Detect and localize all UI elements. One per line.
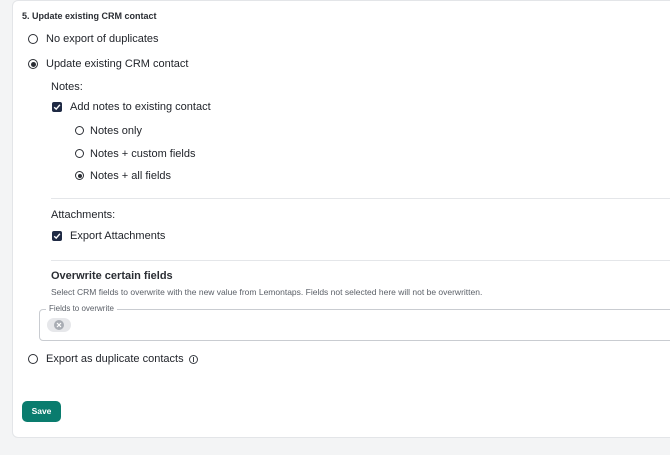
section-title: 5. Update existing CRM contact — [22, 11, 157, 21]
radio-notes-custom-fields[interactable] — [75, 149, 84, 158]
close-circle-icon[interactable] — [54, 320, 64, 330]
checkbox-export-attachments[interactable] — [52, 231, 62, 241]
radio-no-export-label[interactable]: No export of duplicates — [46, 33, 159, 45]
radio-update-existing[interactable] — [28, 59, 38, 69]
overwrite-heading: Overwrite certain fields — [51, 270, 173, 282]
selected-field-chip[interactable] — [47, 318, 71, 332]
attachments-heading: Attachments: — [51, 209, 116, 221]
radio-notes-all-fields-label[interactable]: Notes + all fields — [90, 170, 171, 182]
radio-export-duplicates-label[interactable]: Export as duplicate contacts — [46, 353, 184, 365]
radio-no-export[interactable] — [28, 34, 38, 44]
check-icon — [53, 233, 61, 240]
overwrite-description: Select CRM fields to overwrite with the … — [51, 287, 483, 297]
checkbox-add-notes[interactable] — [52, 102, 62, 112]
radio-export-duplicates[interactable] — [28, 354, 38, 364]
info-icon[interactable] — [189, 355, 198, 364]
radio-update-existing-label[interactable]: Update existing CRM contact — [46, 58, 188, 70]
radio-notes-custom-fields-label[interactable]: Notes + custom fields — [90, 148, 195, 160]
checkbox-add-notes-label[interactable]: Add notes to existing contact — [70, 101, 211, 113]
divider-notes — [51, 198, 670, 199]
save-button[interactable]: Save — [22, 401, 61, 422]
divider-attachments — [51, 260, 670, 261]
radio-notes-all-fields[interactable] — [75, 171, 84, 180]
check-icon — [53, 104, 61, 111]
radio-notes-only[interactable] — [75, 126, 84, 135]
fields-to-overwrite-select[interactable]: Fields to overwrite — [39, 304, 670, 341]
checkbox-export-attachments-label[interactable]: Export Attachments — [70, 230, 165, 242]
notes-heading: Notes: — [51, 81, 83, 93]
radio-notes-only-label[interactable]: Notes only — [90, 125, 142, 137]
fields-to-overwrite-label: Fields to overwrite — [46, 304, 117, 313]
